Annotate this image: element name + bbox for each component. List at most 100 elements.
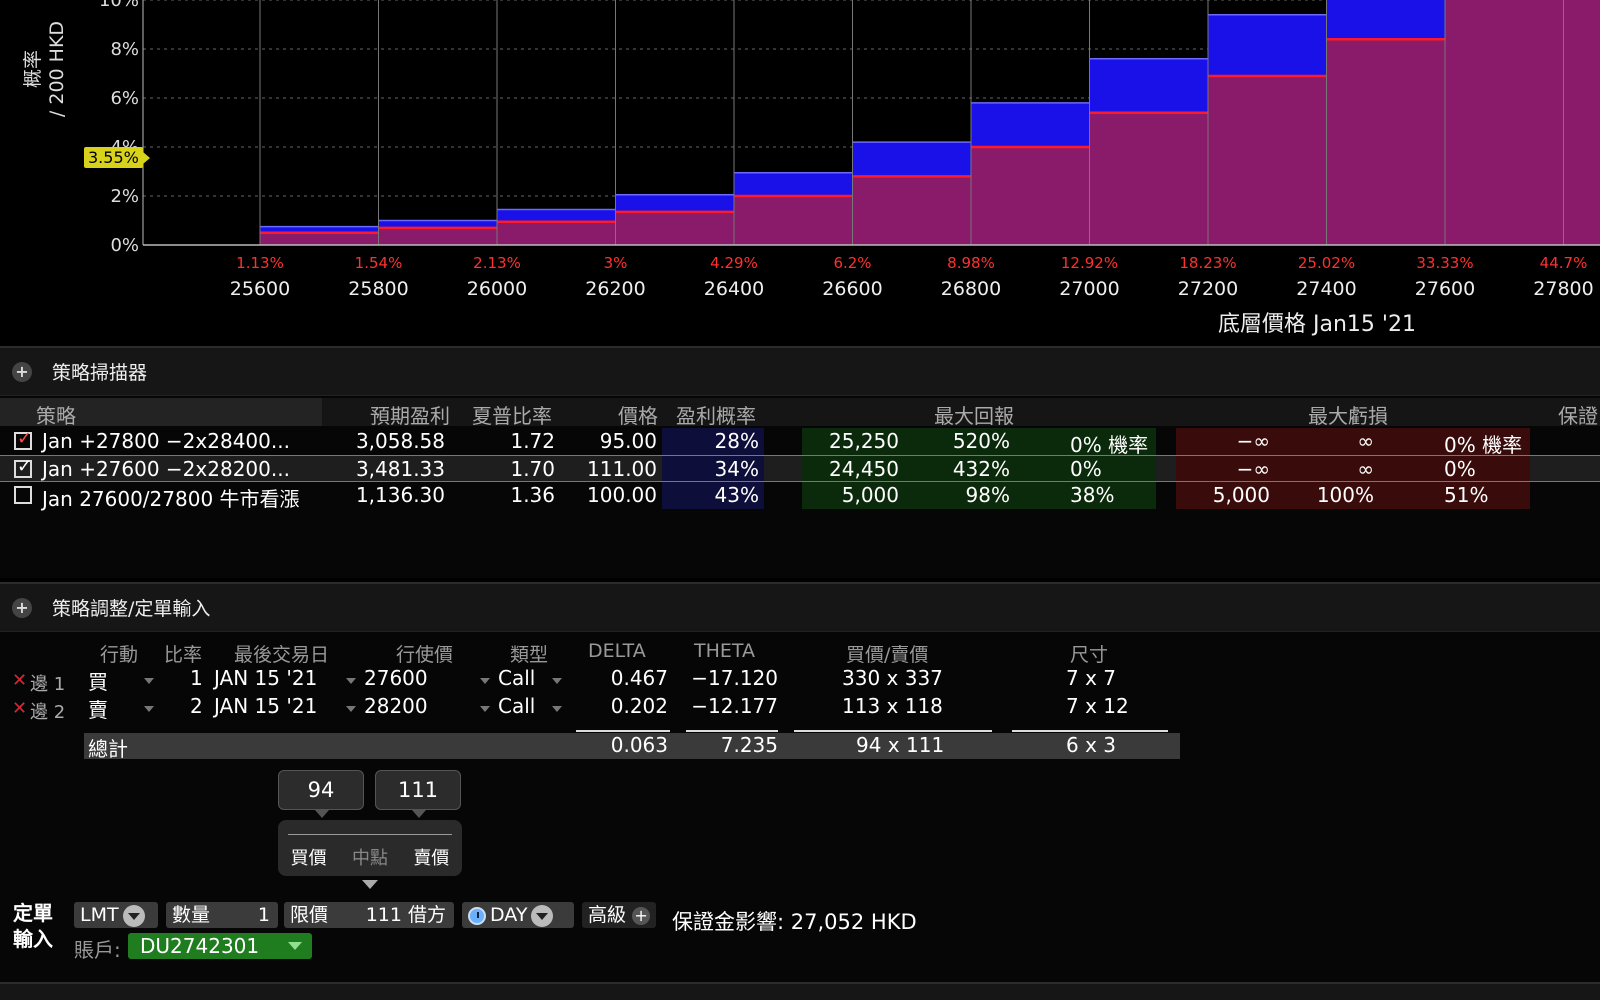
limit-price-field[interactable]: 限價 111 借方 (284, 902, 454, 928)
x-tick-label: 26400 (704, 278, 764, 300)
col-profit-prob[interactable]: 盈利概率 (676, 400, 756, 429)
leg-strike[interactable]: 28200 (364, 694, 428, 718)
remove-leg-icon[interactable]: ✕ (12, 670, 27, 691)
table-row[interactable]: Jan 27600/27800 牛市看漲 1,136.30 1.36 100.0… (0, 482, 1600, 511)
price: 95.00 (599, 429, 657, 453)
probability-pointer-badge[interactable]: 3.55% (84, 147, 150, 168)
chevron-down-icon[interactable] (480, 678, 490, 684)
chevron-down-icon[interactable] (552, 678, 562, 684)
row-checkbox[interactable] (14, 486, 32, 504)
leg-label: 邊 2 (30, 702, 66, 723)
col-price[interactable]: 價格 (618, 400, 658, 429)
x-tick-label: 27600 (1415, 278, 1475, 300)
order-header: + 策略調整/定單輸入 (0, 584, 1600, 632)
chevron-down-icon[interactable] (288, 942, 302, 950)
col-sharpe[interactable]: 夏普比率 (472, 400, 552, 429)
limit-value[interactable]: 111 借方 (366, 902, 446, 928)
scanner-column-headers: 策略 預期盈利 夏普比率 價格 盈利概率 最大回報 最大虧損 保證 (0, 398, 1600, 429)
time-in-force-select[interactable]: DAY (462, 902, 574, 928)
leg-ratio[interactable]: 2 (190, 694, 203, 718)
leg-delta: 0.467 (610, 666, 668, 690)
strategy-scanner-panel: + 策略掃描器 策略 預期盈利 夏普比率 價格 盈利概率 最大回報 最大虧損 保… (0, 346, 1600, 578)
col-action: 行動 (100, 644, 139, 666)
order-entry-label: 定單 輸入 (13, 900, 53, 952)
clock-icon (468, 906, 486, 925)
col-max-return[interactable]: 最大回報 (934, 400, 1014, 429)
order-type-value: LMT (80, 904, 119, 926)
total-bid-ask: 94 x 111 (856, 733, 945, 757)
bar-purple (734, 196, 853, 245)
expand-plus-icon[interactable]: + (12, 361, 32, 382)
max-return-prob: 0% (1070, 457, 1102, 481)
chart-canvas: 0%2%4%6%8%10%1.13%256001.54%258002.13%26… (99, 0, 1600, 300)
probability-chart: 0%2%4%6%8%10%1.13%256001.54%258002.13%26… (0, 0, 1600, 345)
col-expected-profit[interactable]: 預期盈利 (370, 400, 450, 429)
expand-plus-icon[interactable]: + (12, 597, 32, 618)
leg-expiry[interactable]: JAN 15 '21 (214, 694, 317, 718)
col-max-loss[interactable]: 最大虧損 (1308, 400, 1388, 429)
chevron-down-icon[interactable] (144, 678, 154, 684)
chevron-down-icon[interactable] (480, 706, 490, 712)
bid-price-box[interactable]: 94 (278, 770, 364, 818)
chevron-down-icon[interactable] (552, 706, 562, 712)
leg-type[interactable]: Call (498, 666, 535, 690)
cumulative-prob-label: 3% (604, 254, 628, 272)
y-tick-label: 0% (110, 235, 139, 256)
ask-price-box[interactable]: 111 (375, 770, 461, 818)
chevron-down-icon[interactable] (122, 904, 145, 927)
x-tick-label: 27000 (1059, 278, 1119, 300)
table-row[interactable]: Jan +27600 −2x28200... 3,481.33 1.70 111… (0, 455, 1600, 482)
col-margin[interactable]: 保證 (1558, 400, 1598, 429)
scanner-title: 策略掃描器 (52, 362, 148, 384)
leg-action-select[interactable]: 賣 (88, 694, 108, 723)
y-axis-label-line2: / 200 HKD (46, 20, 68, 118)
advanced-button[interactable]: 高級 + (582, 902, 656, 928)
max-return-pct: 98% (965, 483, 1010, 507)
slider-track[interactable] (288, 834, 452, 835)
slider-mid-label: 中點 (351, 848, 388, 869)
x-tick-label: 26200 (585, 278, 645, 300)
x-tick-label: 26800 (941, 278, 1001, 300)
quantity-value[interactable]: 1 (258, 902, 270, 928)
leg-expiry[interactable]: JAN 15 '21 (214, 666, 317, 690)
leg-type[interactable]: Call (498, 694, 535, 718)
leg-strike[interactable]: 27600 (364, 666, 428, 690)
profit-probability: 43% (714, 483, 759, 507)
order-type-select[interactable]: LMT (74, 902, 158, 928)
account-select[interactable]: DU2742301 (128, 933, 312, 959)
tif-value: DAY (490, 904, 528, 926)
strategy-name: Jan 27600/27800 牛市看漲 (42, 487, 300, 511)
leg-ratio[interactable]: 1 (190, 666, 203, 690)
cumulative-prob-label: 2.13% (473, 254, 521, 272)
sharpe-ratio: 1.36 (510, 483, 555, 507)
quantity-field[interactable]: 數量 1 (166, 902, 278, 928)
col-size: 尺寸 (1070, 644, 1109, 666)
price: 100.00 (587, 483, 657, 507)
price: 111.00 (587, 457, 657, 481)
max-loss-pct: 100% (1316, 483, 1374, 507)
price-slider[interactable]: 買價 中點 賣價 (278, 820, 462, 876)
chevron-down-icon[interactable] (531, 904, 554, 927)
max-return-prob: 38% (1070, 483, 1115, 507)
cumulative-prob-label: 8.98% (947, 254, 995, 272)
total-delta: 0.063 (610, 733, 668, 757)
slider-bid-label: 買價 (290, 848, 327, 869)
quantity-label: 數量 (172, 904, 211, 926)
chevron-down-icon[interactable] (346, 706, 356, 712)
order-title: 策略調整/定單輸入 (52, 598, 211, 620)
col-strike: 行使價 (396, 644, 454, 666)
table-row[interactable]: Jan +27800 −2x28400... 3,058.58 1.72 95.… (0, 428, 1600, 457)
col-strategy[interactable]: 策略 (36, 400, 76, 429)
y-tick-label: 2% (110, 186, 139, 207)
col-last-trade: 最後交易日 (234, 644, 330, 666)
cumulative-prob-label: 44.7% (1540, 254, 1588, 272)
chevron-down-icon[interactable] (346, 678, 356, 684)
remove-leg-icon[interactable]: ✕ (12, 698, 27, 719)
row-checkbox[interactable] (14, 456, 32, 478)
collapsed-panel-header[interactable] (0, 982, 1600, 1000)
chevron-down-icon[interactable] (144, 706, 154, 712)
leg-action-select[interactable]: 買 (88, 666, 108, 695)
col-bid-ask: 買價/賣價 (846, 644, 929, 666)
row-checkbox[interactable] (14, 428, 32, 450)
plus-icon[interactable]: + (632, 907, 651, 925)
